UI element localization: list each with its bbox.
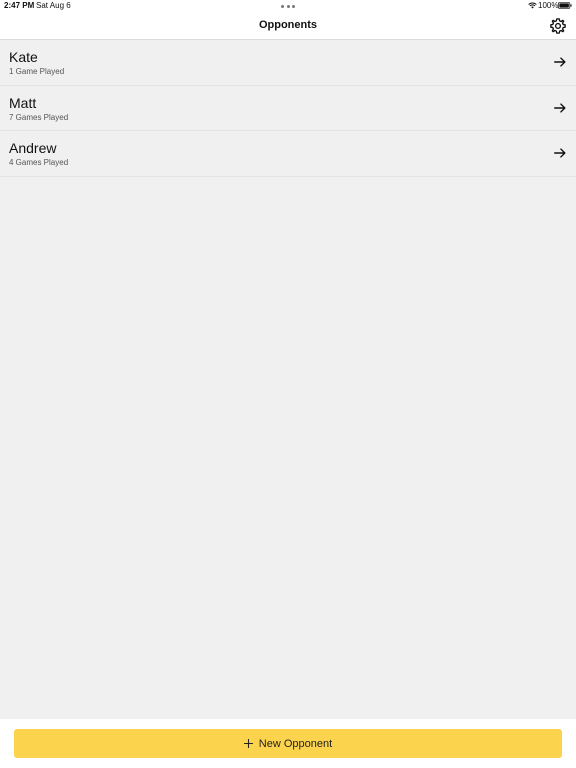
new-opponent-label: New Opponent <box>258 737 333 750</box>
bottom-action-bar: New Opponent <box>0 719 576 768</box>
page-title: Opponents <box>258 19 318 31</box>
opponents-list: Kate 1 Game Played Matt 7 Games Played A… <box>0 40 576 177</box>
gear-icon[interactable] <box>549 17 567 35</box>
multitasking-dots-icon[interactable] <box>281 5 295 8</box>
battery-percent: 100% <box>538 1 559 10</box>
arrow-right-icon[interactable] <box>553 101 567 115</box>
status-bar: 2:47 PM Sat Aug 6 100% <box>0 0 576 12</box>
plus-icon <box>243 739 253 748</box>
new-opponent-button[interactable]: New Opponent <box>14 729 562 758</box>
status-date: Sat Aug 6 <box>36 1 71 10</box>
games-played: 1 Game Played <box>9 67 65 76</box>
battery-icon <box>558 2 572 9</box>
list-item[interactable]: Matt 7 Games Played <box>0 86 576 131</box>
games-played: 7 Games Played <box>9 112 69 122</box>
opponent-name: Kate <box>9 49 38 65</box>
wifi-icon <box>528 2 537 9</box>
list-item[interactable]: Kate 1 Game Played <box>0 40 576 86</box>
status-time: 2:47 PM <box>4 1 35 10</box>
games-played: 4 Games Played <box>9 158 69 167</box>
opponents-screen: 2:47 PM Sat Aug 6 100% Opponents Kate 1 … <box>0 0 576 768</box>
list-item[interactable]: Andrew 4 Games Played <box>0 131 576 177</box>
opponent-name: Matt <box>9 94 37 111</box>
opponent-name: Andrew <box>9 140 57 156</box>
nav-bar: Opponents <box>0 12 576 40</box>
arrow-right-icon[interactable] <box>553 55 567 69</box>
arrow-right-icon[interactable] <box>553 146 567 160</box>
